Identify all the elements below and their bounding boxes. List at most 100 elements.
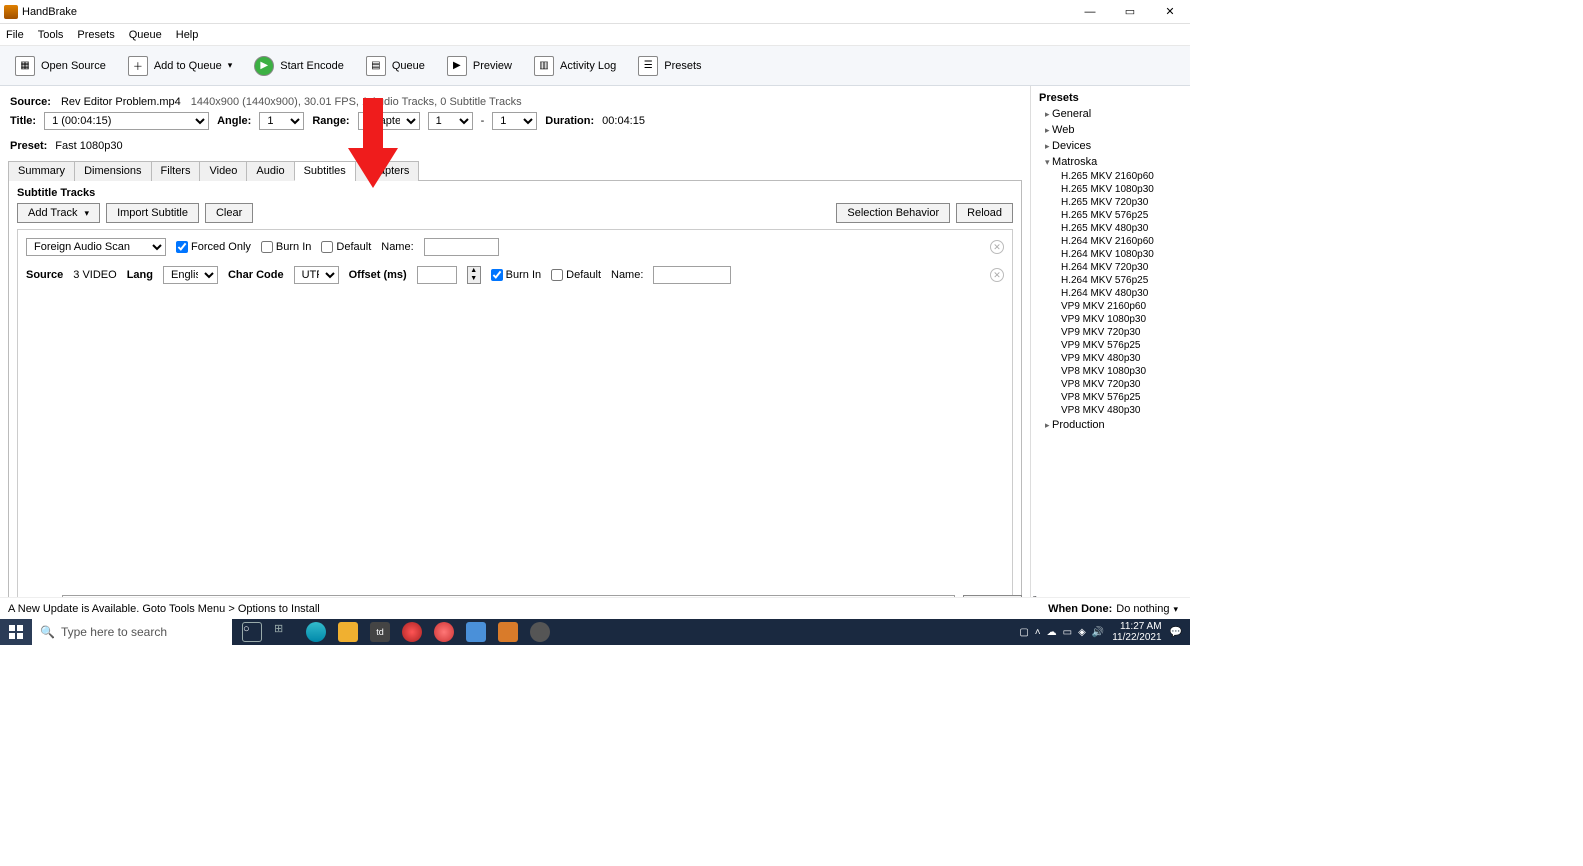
preset-item[interactable]: VP8 MKV 480p30 <box>1035 404 1186 417</box>
activity-log-button[interactable]: ▥ Activity Log <box>525 51 625 81</box>
preset-item[interactable]: VP9 MKV 1080p30 <box>1035 313 1186 326</box>
preset-item[interactable]: VP9 MKV 576p25 <box>1035 339 1186 352</box>
import-subtitle-button[interactable]: Import Subtitle <box>106 203 199 223</box>
reload-button[interactable]: Reload <box>956 203 1013 223</box>
preset-item[interactable]: H.265 MKV 720p30 <box>1035 196 1186 209</box>
offset-stepper[interactable]: ▲▼ <box>467 266 481 284</box>
range-type-select[interactable]: Chapters <box>358 112 420 130</box>
queue-button[interactable]: ▤ Queue <box>357 51 434 81</box>
add-track-button[interactable]: Add Track <box>17 203 100 223</box>
preset-group-production[interactable]: Production <box>1035 417 1186 433</box>
preset-item[interactable]: H.264 MKV 720p30 <box>1035 261 1186 274</box>
clear-button[interactable]: Clear <box>205 203 253 223</box>
task-view-icon[interactable]: ○ <box>242 622 262 642</box>
cortana-icon[interactable]: ⊞ <box>274 622 294 642</box>
notification-icon[interactable]: 💬 <box>1170 627 1182 638</box>
preset-group-general[interactable]: General <box>1035 106 1186 122</box>
titlebar: HandBrake — ▭ ✕ <box>0 0 1190 24</box>
angle-select[interactable]: 1 <box>259 112 304 130</box>
tab-filters[interactable]: Filters <box>151 161 201 181</box>
app-icon-3[interactable] <box>466 622 486 642</box>
add-to-queue-button[interactable]: ＋ Add to Queue ▾ <box>119 51 241 81</box>
preset-item[interactable]: VP9 MKV 480p30 <box>1035 352 1186 365</box>
burn-in-checkbox-1[interactable]: Burn In <box>261 241 311 253</box>
explorer-icon[interactable] <box>338 622 358 642</box>
preset-item[interactable]: H.265 MKV 480p30 <box>1035 222 1186 235</box>
preset-item[interactable]: H.265 MKV 2160p60 <box>1035 170 1186 183</box>
battery-icon[interactable]: ▭ <box>1063 627 1072 638</box>
preset-item[interactable]: VP8 MKV 576p25 <box>1035 391 1186 404</box>
edge-icon[interactable] <box>306 622 326 642</box>
app-icon-1[interactable] <box>402 622 422 642</box>
preset-group-web[interactable]: Web <box>1035 122 1186 138</box>
app-icon-4[interactable] <box>498 622 518 642</box>
tab-subtitles[interactable]: Subtitles <box>294 161 356 181</box>
presets-button[interactable]: ☰ Presets <box>629 51 710 81</box>
default-checkbox-1[interactable]: Default <box>321 241 371 253</box>
cloud-icon[interactable]: ☁ <box>1047 627 1057 638</box>
title-select[interactable]: 1 (00:04:15) <box>44 112 209 130</box>
chevron-down-icon: ▾ <box>228 60 233 71</box>
volume-icon[interactable]: 🔊 <box>1092 627 1104 638</box>
source-lbl-2: Source <box>26 269 63 281</box>
when-done[interactable]: When Done: Do nothing ▾ <box>1048 603 1178 615</box>
tab-summary[interactable]: Summary <box>8 161 75 181</box>
start-button[interactable] <box>0 619 32 645</box>
range-from-select[interactable]: 1 <box>428 112 473 130</box>
selection-behavior-button[interactable]: Selection Behavior <box>836 203 950 223</box>
delete-track-button-1[interactable]: ✕ <box>990 240 1004 254</box>
tab-video[interactable]: Video <box>199 161 247 181</box>
preset-group-matroska[interactable]: Matroska <box>1035 154 1186 170</box>
burn-in-checkbox-2[interactable]: Burn In <box>491 269 541 281</box>
preset-group-devices[interactable]: Devices <box>1035 138 1186 154</box>
preset-item[interactable]: H.264 MKV 2160p60 <box>1035 235 1186 248</box>
preset-item[interactable]: H.264 MKV 1080p30 <box>1035 248 1186 261</box>
track-source-select[interactable]: Foreign Audio Scan <box>26 238 166 256</box>
app-icon-2[interactable] <box>434 622 454 642</box>
minimize-button[interactable]: — <box>1070 0 1110 24</box>
lang-select[interactable]: English <box>163 266 218 284</box>
preset-item[interactable]: VP8 MKV 720p30 <box>1035 378 1186 391</box>
app-icon-td[interactable]: td <box>370 622 390 642</box>
charcode-select[interactable]: UTF-8 <box>294 266 339 284</box>
subtitles-panel: Subtitle Tracks Add Track Import Subtitl… <box>8 181 1022 636</box>
menu-queue[interactable]: Queue <box>129 29 162 41</box>
app-icon-5[interactable] <box>530 622 550 642</box>
track-name-input-2[interactable] <box>653 266 731 284</box>
tab-dimensions[interactable]: Dimensions <box>74 161 151 181</box>
tray-chevron-icon[interactable]: ˄ <box>1035 627 1041 638</box>
close-window-button[interactable]: ✕ <box>1150 0 1190 24</box>
wifi-icon[interactable]: ◈ <box>1078 627 1086 638</box>
preset-item[interactable]: VP8 MKV 1080p30 <box>1035 365 1186 378</box>
default-checkbox-2[interactable]: Default <box>551 269 601 281</box>
taskbar-clock[interactable]: 11:27 AM 11/22/2021 <box>1112 621 1161 643</box>
menu-file[interactable]: File <box>6 29 24 41</box>
preset-item[interactable]: VP9 MKV 720p30 <box>1035 326 1186 339</box>
app-icon <box>4 5 18 19</box>
start-encode-button[interactable]: ▶ Start Encode <box>245 51 353 81</box>
delete-track-button-2[interactable]: ✕ <box>990 268 1004 282</box>
tray-overflow-icon[interactable]: ▢ <box>1019 627 1028 638</box>
tab-audio[interactable]: Audio <box>246 161 294 181</box>
taskbar-search[interactable]: 🔍 Type here to search <box>32 619 232 645</box>
preset-item[interactable]: H.264 MKV 576p25 <box>1035 274 1186 287</box>
tab-chapters[interactable]: Chapters <box>355 161 420 181</box>
preview-button[interactable]: ▶ Preview <box>438 51 521 81</box>
preset-item[interactable]: H.265 MKV 576p25 <box>1035 209 1186 222</box>
menu-help[interactable]: Help <box>176 29 199 41</box>
forced-only-checkbox[interactable]: Forced Only <box>176 241 251 253</box>
offset-input[interactable] <box>417 266 457 284</box>
menu-presets[interactable]: Presets <box>77 29 114 41</box>
maximize-button[interactable]: ▭ <box>1110 0 1150 24</box>
source-details: 1440x900 (1440x900), 30.01 FPS, 1 Audio … <box>191 96 522 108</box>
track-name-input-1[interactable] <box>424 238 499 256</box>
preview-label: Preview <box>473 60 512 72</box>
preset-item[interactable]: H.265 MKV 1080p30 <box>1035 183 1186 196</box>
menu-tools[interactable]: Tools <box>38 29 64 41</box>
clock-date: 11/22/2021 <box>1112 632 1161 643</box>
range-to-select[interactable]: 1 <box>492 112 537 130</box>
add-to-queue-label: Add to Queue <box>154 60 222 72</box>
preset-item[interactable]: H.264 MKV 480p30 <box>1035 287 1186 300</box>
preset-item[interactable]: VP9 MKV 2160p60 <box>1035 300 1186 313</box>
open-source-button[interactable]: ▦ Open Source <box>6 51 115 81</box>
